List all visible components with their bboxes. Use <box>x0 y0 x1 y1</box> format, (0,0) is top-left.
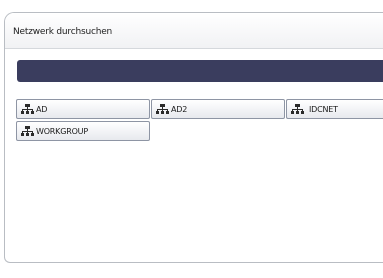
workgroup-label: AD <box>36 104 48 114</box>
workgroup-label: WORKGROUP <box>36 126 88 136</box>
workgroup-button-idcnet[interactable]: IDCNET <box>286 99 383 119</box>
workgroup-button-ad[interactable]: AD <box>16 99 150 119</box>
current-path-bar <box>17 60 383 82</box>
workgroup-label: AD2 <box>171 104 188 114</box>
browse-network-dialog: Netzwerk durchsuchen AD AD2 IDCNET WORKG… <box>4 12 383 263</box>
workgroup-button-workgroup[interactable]: WORKGROUP <box>16 121 150 141</box>
network-group-icon <box>21 103 34 114</box>
screen: Netzwerk durchsuchen AD AD2 IDCNET WORKG… <box>0 0 383 278</box>
network-group-icon <box>156 103 169 114</box>
dialog-title-bar: Netzwerk durchsuchen <box>5 13 383 49</box>
workgroup-label: IDCNET <box>309 104 338 114</box>
network-group-icon <box>291 103 304 114</box>
dialog-title: Netzwerk durchsuchen <box>13 27 113 37</box>
network-group-icon <box>21 125 34 136</box>
workgroup-button-ad2[interactable]: AD2 <box>151 99 285 119</box>
